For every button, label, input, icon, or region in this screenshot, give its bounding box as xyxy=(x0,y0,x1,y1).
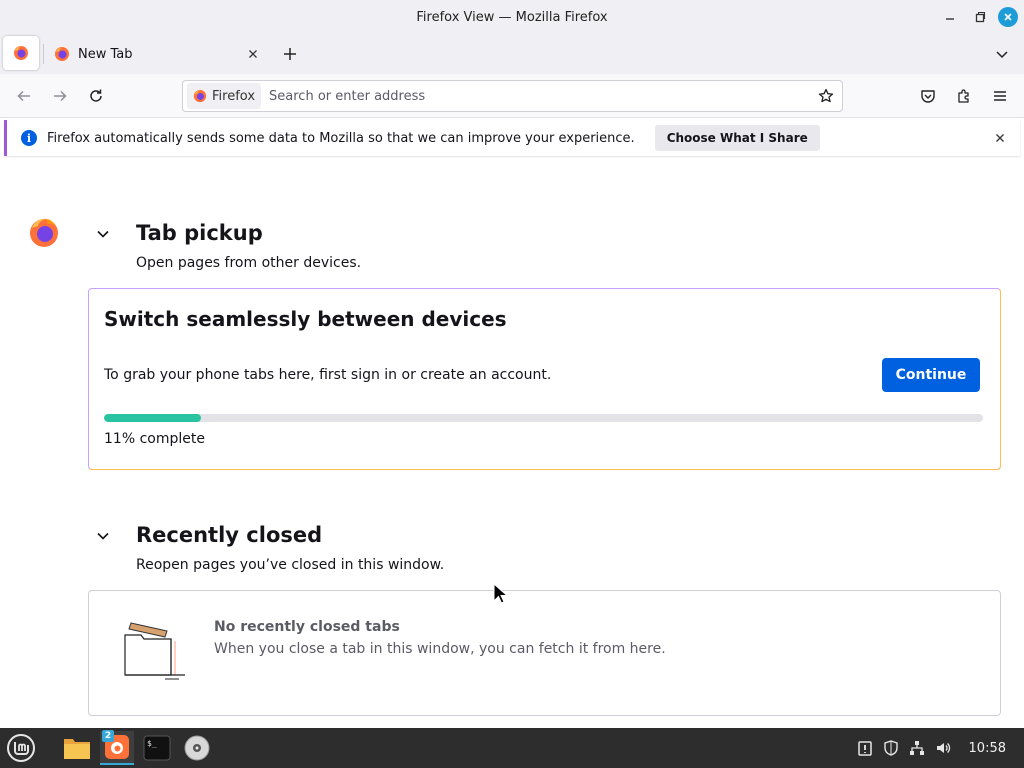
terminal-icon: $_ xyxy=(143,735,171,761)
identity-label: Firefox xyxy=(212,88,256,104)
empty-state-description: When you close a tab in this window, you… xyxy=(214,641,666,657)
taskbar-disc-button[interactable] xyxy=(180,731,214,765)
tab-pickup-collapse-toggle[interactable] xyxy=(95,226,111,242)
data-reporting-notification: i Firefox automatically sends some data … xyxy=(4,120,1020,156)
firefox-view-content: Tab pickup Open pages from other devices… xyxy=(0,158,1024,728)
tab-pickup-setup-card: Switch seamlessly between devices To gra… xyxy=(88,288,1001,470)
close-icon xyxy=(996,134,1004,142)
star-icon xyxy=(818,88,834,103)
empty-folder-illustration-icon xyxy=(124,622,185,680)
address-input[interactable] xyxy=(269,83,812,109)
network-icon xyxy=(909,741,924,755)
chevron-down-icon xyxy=(97,230,109,238)
tab-separator xyxy=(43,44,44,64)
firefox-logo-icon xyxy=(30,218,58,247)
update-manager-button[interactable] xyxy=(855,738,875,758)
puzzle-icon xyxy=(958,89,969,103)
recently-closed-collapse-toggle[interactable] xyxy=(95,528,111,544)
choose-what-i-share-button[interactable]: Choose What I Share xyxy=(654,125,820,151)
back-arrow-icon xyxy=(17,90,30,102)
tab-pickup-heading: Tab pickup xyxy=(136,221,263,245)
taskbar-files-button[interactable] xyxy=(60,731,94,765)
taskbar-terminal-button[interactable]: $_ xyxy=(140,731,174,765)
mint-menu-icon xyxy=(7,734,35,762)
navigation-toolbar: Firefox xyxy=(0,74,1024,118)
window-controls xyxy=(938,6,1018,28)
forward-arrow-icon xyxy=(54,90,67,102)
firefox-logo-icon xyxy=(193,89,207,103)
firefox-window-count-badge: 2 xyxy=(102,730,114,742)
network-button[interactable] xyxy=(907,738,927,758)
close-notification-button[interactable] xyxy=(990,128,1010,148)
setup-progress-label: 11% complete xyxy=(104,431,205,447)
start-menu-button[interactable] xyxy=(4,731,38,765)
firefox-logo-icon xyxy=(55,47,69,61)
close-tab-icon[interactable] xyxy=(242,43,264,65)
reload-button[interactable] xyxy=(84,84,108,108)
info-icon: i xyxy=(21,130,37,146)
new-tab-button[interactable] xyxy=(278,42,302,66)
system-taskbar: 2 $_ 10:58 xyxy=(0,728,1024,768)
update-icon xyxy=(857,741,872,756)
volume-button[interactable] xyxy=(933,738,953,758)
continue-button[interactable]: Continue xyxy=(882,358,980,392)
setup-card-description: To grab your phone tabs here, first sign… xyxy=(104,367,552,383)
setup-progress-bar xyxy=(104,414,983,422)
disc-icon xyxy=(184,735,210,761)
tab-label: New Tab xyxy=(78,46,133,62)
tab-new-tab[interactable]: New Tab xyxy=(48,38,268,70)
firefox-view-button[interactable] xyxy=(3,36,39,70)
forward-button[interactable] xyxy=(48,84,72,108)
app-menu-button[interactable] xyxy=(988,84,1012,108)
tab-pickup-subtitle: Open pages from other devices. xyxy=(136,255,362,271)
chevron-down-icon xyxy=(996,51,1008,59)
files-folder-icon xyxy=(64,739,90,759)
mouse-pointer-icon xyxy=(493,583,509,604)
pocket-button[interactable] xyxy=(916,84,940,108)
shield-icon xyxy=(883,740,898,756)
window-title: Firefox View — Mozilla Firefox xyxy=(416,9,608,25)
bookmark-star-button[interactable] xyxy=(812,82,840,110)
extensions-button[interactable] xyxy=(952,84,976,108)
recently-closed-heading: Recently closed xyxy=(136,523,323,547)
identity-box[interactable]: Firefox xyxy=(187,83,262,109)
chevron-down-icon xyxy=(97,532,109,540)
clock[interactable]: 10:58 xyxy=(969,741,1006,756)
recently-closed-subtitle: Reopen pages you’ve closed in this windo… xyxy=(136,557,445,573)
setup-progress-fill xyxy=(104,414,201,422)
system-tray: 10:58 xyxy=(855,728,1024,768)
notification-message: Firefox automatically sends some data to… xyxy=(47,130,635,146)
plus-icon xyxy=(284,48,296,60)
firefox-logo-icon xyxy=(14,46,28,60)
window-titlebar: Firefox View — Mozilla Firefox xyxy=(0,0,1024,34)
maximize-button[interactable] xyxy=(968,6,992,28)
reload-icon xyxy=(90,89,102,102)
svg-text:$_: $_ xyxy=(147,739,157,748)
pocket-icon xyxy=(921,90,935,103)
setup-card-title: Switch seamlessly between devices xyxy=(104,307,507,331)
address-bar[interactable]: Firefox xyxy=(182,80,843,112)
recently-closed-empty-card: No recently closed tabs When you close a… xyxy=(88,590,1001,716)
tab-strip: New Tab xyxy=(0,34,1024,74)
firewall-button[interactable] xyxy=(881,738,901,758)
hamburger-menu-icon xyxy=(994,91,1006,101)
empty-state-title: No recently closed tabs xyxy=(214,619,400,635)
close-window-button[interactable] xyxy=(998,7,1018,27)
list-all-tabs-button[interactable] xyxy=(990,42,1014,66)
volume-icon xyxy=(936,743,950,753)
back-button[interactable] xyxy=(12,84,36,108)
minimize-button[interactable] xyxy=(938,6,962,28)
